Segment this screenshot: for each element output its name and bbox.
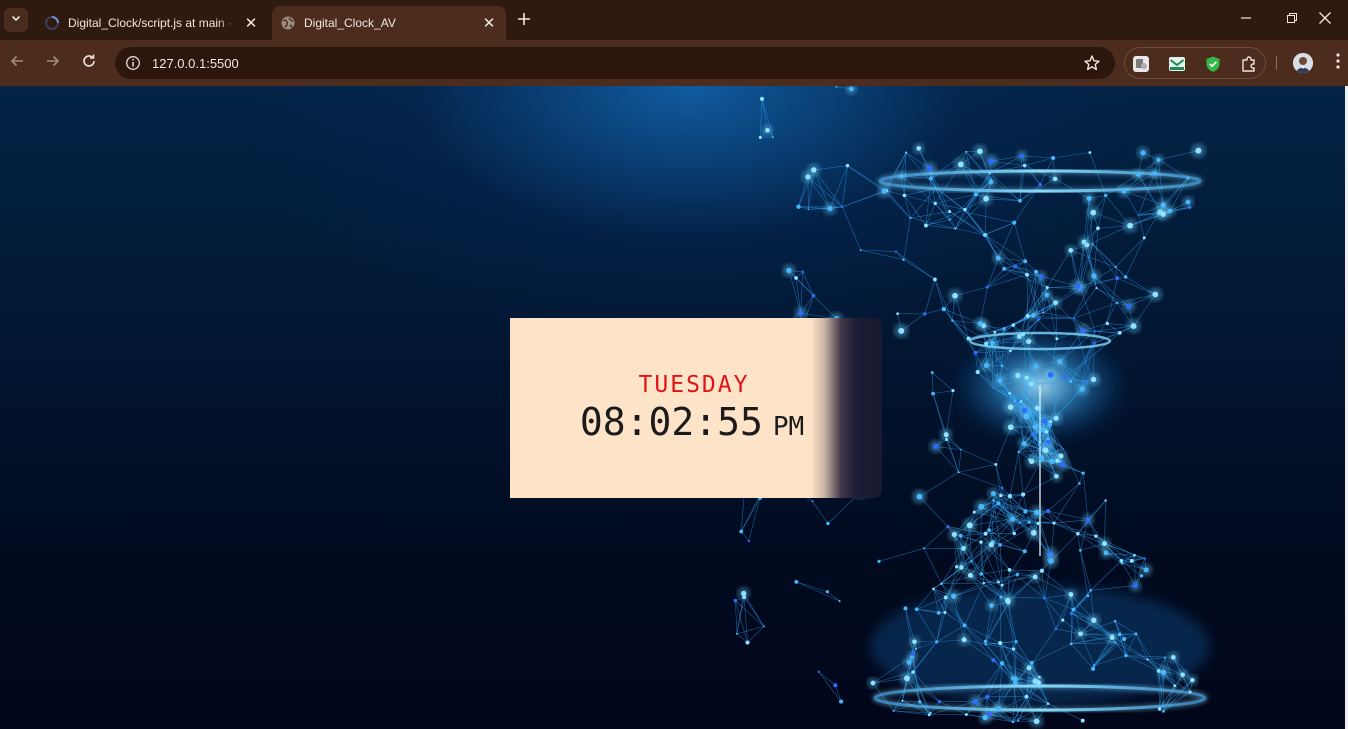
tab-title: Digital_Clock_AV [304,16,396,30]
mail-extension-icon[interactable] [1168,55,1186,73]
info-icon[interactable] [123,53,143,73]
new-tab-button[interactable] [512,8,536,32]
reload-button[interactable] [75,49,103,77]
more-vertical-icon [1336,52,1340,74]
bookmark-star-icon[interactable] [1083,54,1101,77]
tab-search-button[interactable] [4,8,28,32]
close-tab-icon[interactable]: ✕ [480,14,498,32]
minimize-button[interactable] [1223,0,1269,40]
clock-card: TUESDAY 08:02:55 PM [510,318,882,498]
forward-button[interactable] [39,49,67,77]
clock-period: PM [772,412,805,442]
restore-icon [1286,11,1298,29]
clock-day: TUESDAY [638,372,750,398]
clock-time: 08:02:55 [579,400,763,444]
toolbar-divider [1276,56,1277,70]
github-icon [44,15,60,31]
arrow-left-icon [9,53,25,74]
reload-icon [81,53,97,74]
tab-strip: Digital_Clock/script.js at main · ✕ Digi… [0,0,1348,40]
globe-icon [280,15,296,31]
back-button[interactable] [3,49,31,77]
close-window-button[interactable] [1302,0,1348,40]
extensions-group [1124,47,1266,79]
tab-title: Digital_Clock/script.js at main · [68,16,233,30]
minimize-icon [1240,11,1252,29]
close-icon [1318,11,1332,30]
extensions-puzzle-icon[interactable] [1240,55,1258,73]
arrow-right-icon [45,53,61,74]
extension-puzzle-icon[interactable] [1132,55,1150,73]
more-menu-button[interactable] [1330,52,1346,74]
chevron-down-icon [10,11,22,29]
url-text: 127.0.0.1:5500 [152,55,239,71]
address-bar[interactable]: 127.0.0.1:5500 [115,47,1115,79]
browser-toolbar: 127.0.0.1:5500 [0,40,1348,86]
clock-time-row: 08:02:55 PM [580,400,804,444]
tab-script-js[interactable]: Digital_Clock/script.js at main · ✕ [36,6,268,40]
shield-icon[interactable] [1204,55,1222,73]
close-tab-icon[interactable]: ✕ [242,14,260,32]
profile-avatar[interactable] [1293,53,1313,73]
page-viewport: TUESDAY 08:02:55 PM [0,86,1345,729]
plus-icon [517,9,531,32]
tab-digital-clock[interactable]: Digital_Clock_AV ✕ [272,6,506,40]
